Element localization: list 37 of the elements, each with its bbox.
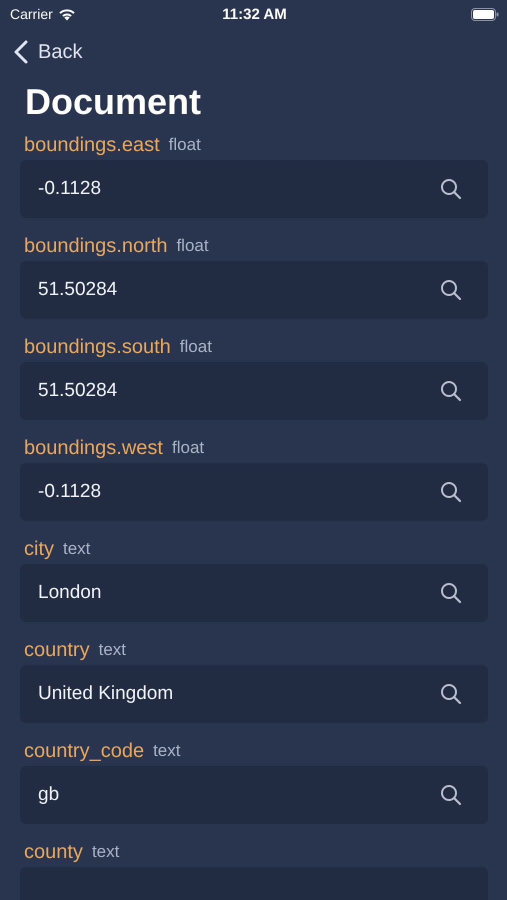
field-name: boundings.north <box>24 234 168 258</box>
field-name: boundings.east <box>24 134 160 156</box>
field-type: float <box>168 135 201 155</box>
search-icon[interactable] <box>440 279 462 301</box>
search-icon[interactable] <box>440 178 462 200</box>
search-field[interactable]: 51.50284 <box>20 362 488 420</box>
carrier-label: Carrier <box>10 6 53 22</box>
clock-time: 11:32 AM <box>222 6 287 22</box>
field-type: text <box>63 539 90 559</box>
battery-icon <box>470 8 499 20</box>
field-type: float <box>176 236 209 256</box>
chevron-icon <box>14 40 28 64</box>
search-field[interactable]: 51.50284 <box>20 261 488 319</box>
search-icon[interactable] <box>440 784 462 806</box>
field-name: boundings.west <box>24 436 163 460</box>
field-type: float <box>180 337 212 357</box>
search-field[interactable]: -0.1128 <box>20 463 488 521</box>
field-name: country <box>24 638 90 662</box>
field-name: boundings.south <box>24 336 171 358</box>
field-type: text <box>98 640 126 660</box>
search-icon[interactable] <box>440 481 462 503</box>
search-icon[interactable] <box>440 380 462 402</box>
field-type: text <box>153 741 180 761</box>
back-button[interactable]: Back <box>14 40 82 64</box>
wifi-icon <box>58 8 76 20</box>
search-icon[interactable] <box>440 582 462 604</box>
field-type: text <box>92 842 120 862</box>
search-field[interactable]: United Kingdom <box>20 665 488 723</box>
field-type: float <box>172 438 204 458</box>
search-icon[interactable] <box>440 683 462 705</box>
search-field[interactable]: -0.1128 <box>20 160 488 218</box>
search-field[interactable]: gb <box>20 766 488 824</box>
field-name: county <box>24 840 83 864</box>
page-title: Document <box>25 80 202 124</box>
search-field[interactable]: London <box>20 564 488 622</box>
field-name: country_code <box>24 740 144 762</box>
field-name: city <box>24 538 54 560</box>
